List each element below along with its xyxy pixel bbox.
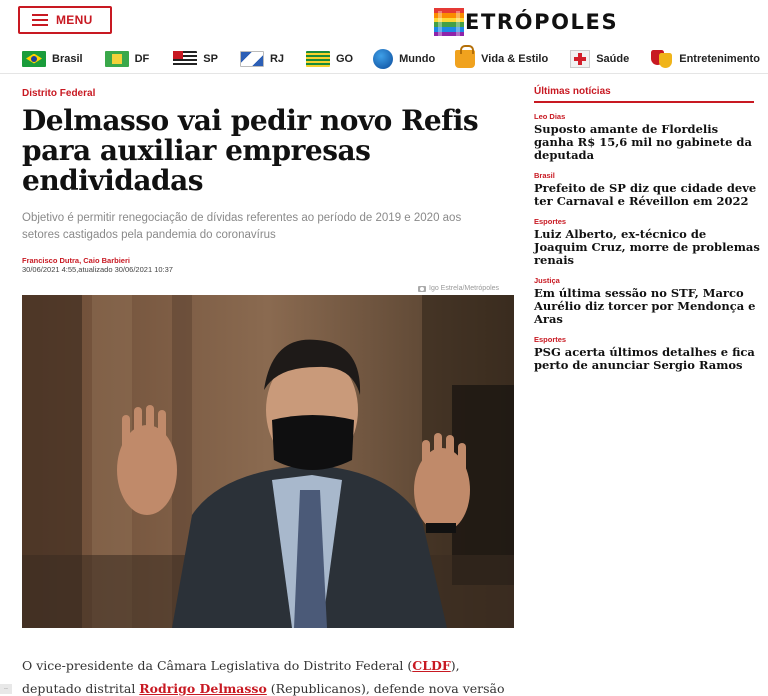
- side-handle[interactable]: ..: [0, 684, 12, 694]
- nav-item-label: Brasil: [52, 52, 83, 65]
- article-photo[interactable]: [22, 295, 514, 628]
- cldf-link[interactable]: CLDF: [412, 658, 450, 673]
- news-item[interactable]: Esportes Luiz Alberto, ex-técnico de Joa…: [534, 217, 768, 267]
- article-title: Delmasso vai pedir novo Refis para auxil…: [22, 104, 479, 197]
- news-item[interactable]: Esportes PSG acerta últimos detalhes e f…: [534, 335, 768, 372]
- news-headline[interactable]: Em última sessão no STF, Marco Aurélio d…: [534, 287, 760, 326]
- article-body: O vice-presidente da Câmara Legislativa …: [22, 654, 522, 696]
- sidebar-title: Últimas notícias: [534, 86, 754, 103]
- category-nav: Brasil DF SP RJ GO Mundo Vida & Estilo S…: [0, 44, 768, 74]
- news-category: Esportes: [534, 335, 567, 344]
- nav-item-label: Vida & Estilo: [481, 52, 549, 65]
- nav-item-label: RJ: [269, 52, 284, 65]
- nav-item-label: GO: [336, 52, 354, 65]
- rodrigo-delmasso-link[interactable]: Rodrigo Delmasso: [139, 681, 267, 696]
- nav-item-sp[interactable]: SP: [173, 50, 218, 67]
- latest-news-sidebar: Últimas notícias Leo Dias Suposto amante…: [534, 86, 768, 372]
- article-dates: 30/06/2021 4:55,atualizado 30/06/2021 10…: [22, 265, 173, 274]
- news-headline[interactable]: Prefeito de SP diz que cidade deve ter C…: [534, 182, 760, 208]
- nav-item-saude[interactable]: Saúde: [570, 49, 630, 68]
- article-subtitle: Objetivo é permitir renegociação de dívi…: [22, 212, 462, 241]
- theater-masks-icon: [651, 49, 673, 68]
- article-section-tag[interactable]: Distrito Federal: [22, 88, 95, 99]
- site-logo[interactable]: ETRÓPOLES: [434, 6, 618, 38]
- news-item[interactable]: Leo Dias Suposto amante de Flordelis gan…: [534, 112, 768, 162]
- news-item[interactable]: Brasil Prefeito de SP diz que cidade dev…: [534, 171, 768, 208]
- nav-item-label: SP: [203, 52, 218, 65]
- nav-item-label: DF: [134, 52, 150, 65]
- nav-item-entretenimento[interactable]: Entretenimento: [651, 49, 760, 68]
- site-header: MENU ETRÓPOLES: [0, 0, 768, 44]
- nav-item-brasil[interactable]: Brasil: [22, 50, 83, 67]
- menu-label: MENU: [56, 13, 93, 27]
- news-category: Justiça: [534, 276, 560, 285]
- rj-flag-icon: [239, 50, 264, 67]
- nav-item-mundo[interactable]: Mundo: [373, 48, 436, 69]
- photo-credit: Igo Estrela/Metrópoles: [418, 285, 499, 292]
- nav-item-label: Mundo: [399, 52, 436, 65]
- shopping-bag-icon: [455, 44, 476, 68]
- article-authors[interactable]: Francisco Dutra, Caio Barbieri: [22, 256, 130, 265]
- news-category: Leo Dias: [534, 112, 566, 121]
- logo-m-icon: [434, 8, 464, 36]
- go-flag-icon: [306, 50, 330, 67]
- nav-item-vida-estilo[interactable]: Vida & Estilo: [455, 44, 549, 68]
- globe-icon: [373, 48, 394, 69]
- news-category: Esportes: [534, 217, 567, 226]
- nav-item-df[interactable]: DF: [104, 50, 150, 67]
- medical-cross-icon: [570, 49, 591, 68]
- photo-credit-text: Igo Estrela/Metrópoles: [429, 285, 500, 292]
- hamburger-icon: [32, 14, 48, 26]
- nav-item-label: Entretenimento: [679, 52, 760, 65]
- news-headline[interactable]: PSG acerta últimos detalhes e fica perto…: [534, 346, 760, 372]
- nav-item-go[interactable]: GO: [306, 50, 354, 67]
- news-headline[interactable]: Luiz Alberto, ex-técnico de Joaquim Cruz…: [534, 228, 760, 267]
- sp-flag-icon: [173, 50, 198, 67]
- news-item[interactable]: Justiça Em última sessão no STF, Marco A…: [534, 276, 768, 326]
- df-flag-icon: [104, 50, 129, 67]
- body-text-segment: O vice-presidente da Câmara Legislativa …: [22, 658, 413, 673]
- news-category: Brasil: [534, 171, 555, 180]
- logo-text: ETRÓPOLES: [465, 10, 619, 34]
- news-headline[interactable]: Suposto amante de Flordelis ganha R$ 15,…: [534, 123, 760, 162]
- camera-icon: [418, 285, 426, 292]
- menu-button[interactable]: MENU: [18, 6, 112, 34]
- nav-item-rj[interactable]: RJ: [239, 50, 284, 67]
- brazil-flag-icon: [22, 50, 46, 67]
- nav-item-label: Saúde: [596, 52, 630, 65]
